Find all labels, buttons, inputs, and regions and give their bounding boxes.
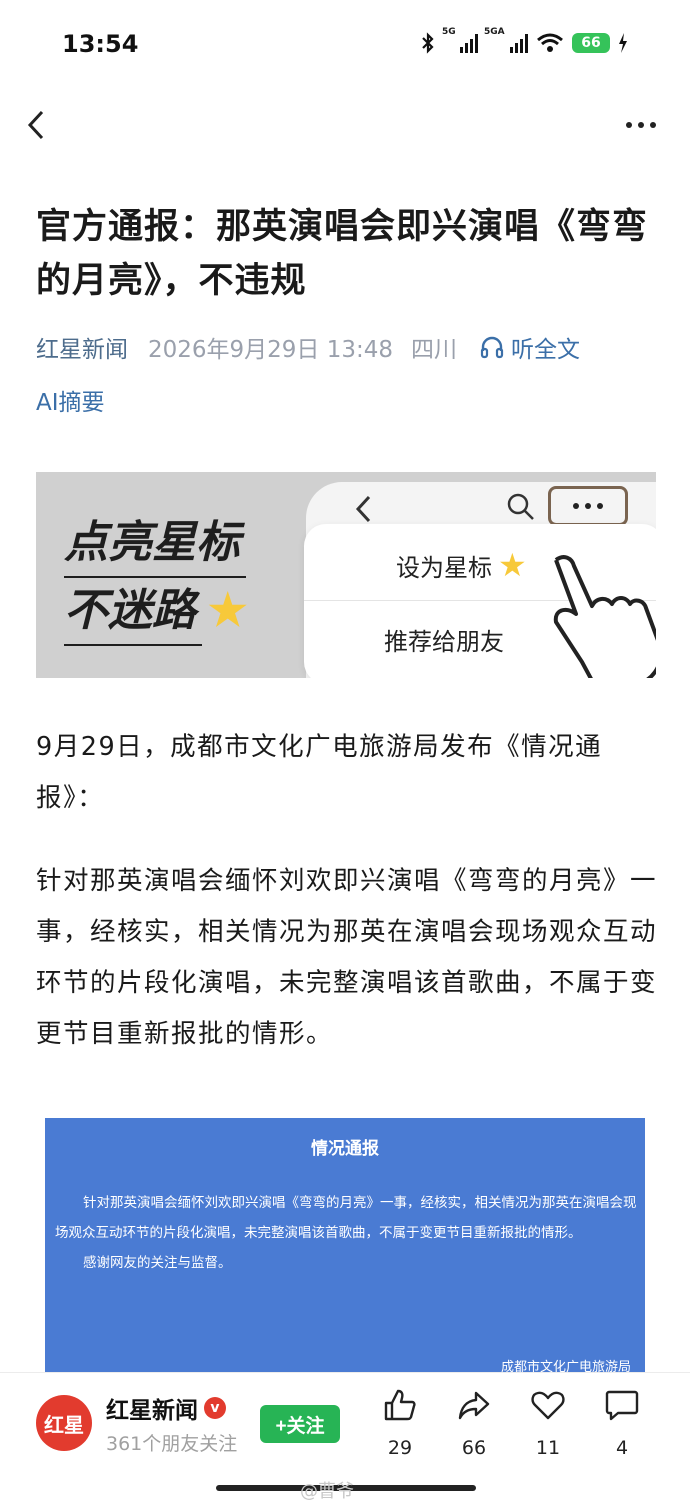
like-count: 29 xyxy=(387,1437,413,1459)
signal-5ga-icon: 5GA xyxy=(484,27,528,53)
article-meta: 红星新闻 2026年9月29日 13:48 四川 听全文 xyxy=(36,330,666,364)
notice-body-2: 感谢网友的关注与监督。 xyxy=(83,1255,232,1271)
account-name-row[interactable]: 红星新闻 v xyxy=(106,1391,226,1425)
status-bar: 13:54 5G 5GA 66 xyxy=(0,0,690,92)
bottom-bar: 红星 红星新闻 v 361个朋友关注 +关注 29 66 11 4 @曹爷 xyxy=(0,1372,690,1500)
comment-button[interactable]: 4 xyxy=(592,1387,652,1459)
share-count: 66 xyxy=(461,1437,487,1459)
banner-more-icon xyxy=(548,486,628,526)
listen-button[interactable]: 听全文 xyxy=(479,330,580,364)
article-title: 官方通报：那英演唱会即兴演唱《弯弯的月亮》，不违规 xyxy=(36,207,649,301)
like-button[interactable]: 29 xyxy=(370,1387,430,1459)
paragraph-2: 针对那英演唱会缅怀刘欢即兴演唱《弯弯的月亮》一事，经核实，相关情况为那英在演唱会… xyxy=(36,866,658,1049)
article-location: 四川 xyxy=(411,337,458,363)
star-banner: 点亮星标 不迷路 ★ 设为星标 ★ 推荐给朋友 xyxy=(36,472,656,678)
notice-body-1: 针对那英演唱会缅怀刘欢即兴演唱《弯弯的月亮》一事，经核实，相关情况为那英在演唱会… xyxy=(55,1195,637,1241)
banner-back-icon xyxy=(355,495,371,523)
follow-button[interactable]: +关注 xyxy=(260,1405,340,1443)
watermark: @曹爷 xyxy=(300,1481,354,1500)
status-icons: 5G 5GA 66 xyxy=(420,27,628,54)
signal-5g-icon: 5G xyxy=(442,27,478,53)
status-time: 13:54 xyxy=(62,30,139,58)
comment-count: 4 xyxy=(615,1437,629,1459)
ai-summary-link[interactable]: AI摘要 xyxy=(36,383,105,417)
paragraph-1: 9月29日，成都市文化广电旅游局发布《情况通报》： xyxy=(36,732,603,813)
favorite-count: 11 xyxy=(535,1437,561,1459)
notice-body: 针对那英演唱会缅怀刘欢即兴演唱《弯弯的月亮》一事，经核实，相关情况为那英在演唱会… xyxy=(55,1188,637,1278)
listen-label: 听全文 xyxy=(511,337,581,363)
share-button[interactable]: 66 xyxy=(444,1387,504,1459)
comment-icon xyxy=(605,1390,639,1421)
charging-icon xyxy=(619,33,627,53)
banner-slogan-line2: 不迷路 xyxy=(64,578,202,646)
share-icon xyxy=(458,1391,490,1420)
banner-menu-star-label: 设为星标 xyxy=(396,554,492,582)
signal-5ga-label: 5GA xyxy=(484,27,505,37)
article-date: 2026年9月29日 13:48 xyxy=(148,337,394,363)
notice-title: 情况通报 xyxy=(311,1139,379,1159)
banner-menu-recommend: 推荐给朋友 xyxy=(384,628,504,656)
thumbs-up-icon xyxy=(384,1389,416,1421)
verified-icon: v xyxy=(204,1397,226,1419)
star-icon: ★ xyxy=(498,546,527,584)
notice-image[interactable]: 情况通报 针对那英演唱会缅怀刘欢即兴演唱《弯弯的月亮》一事，经核实，相关情况为那… xyxy=(45,1118,645,1380)
banner-search-icon xyxy=(507,493,534,520)
favorite-button[interactable]: 11 xyxy=(518,1387,578,1459)
follower-count: 361个朋友关注 xyxy=(106,1433,238,1455)
star-icon: ★ xyxy=(208,585,248,636)
article-source[interactable]: 红星新闻 xyxy=(36,330,128,364)
bluetooth-icon xyxy=(422,32,434,54)
signal-5g-label: 5G xyxy=(442,27,456,37)
pointing-hand-icon xyxy=(553,555,656,678)
wifi-icon xyxy=(537,33,563,52)
more-icon[interactable] xyxy=(626,114,660,136)
top-nav xyxy=(0,100,690,150)
headphone-icon xyxy=(480,336,504,359)
banner-slogan-line1: 点亮星标 xyxy=(64,510,246,578)
heart-icon xyxy=(531,1391,565,1420)
avatar[interactable]: 红星 xyxy=(36,1395,92,1451)
back-icon[interactable] xyxy=(24,108,54,142)
account-name: 红星新闻 xyxy=(106,1398,198,1424)
banner-menu-star: 设为星标 ★ xyxy=(396,546,527,584)
banner-slogan: 点亮星标 不迷路 ★ xyxy=(64,510,247,646)
battery-icon: 66 xyxy=(572,33,610,53)
